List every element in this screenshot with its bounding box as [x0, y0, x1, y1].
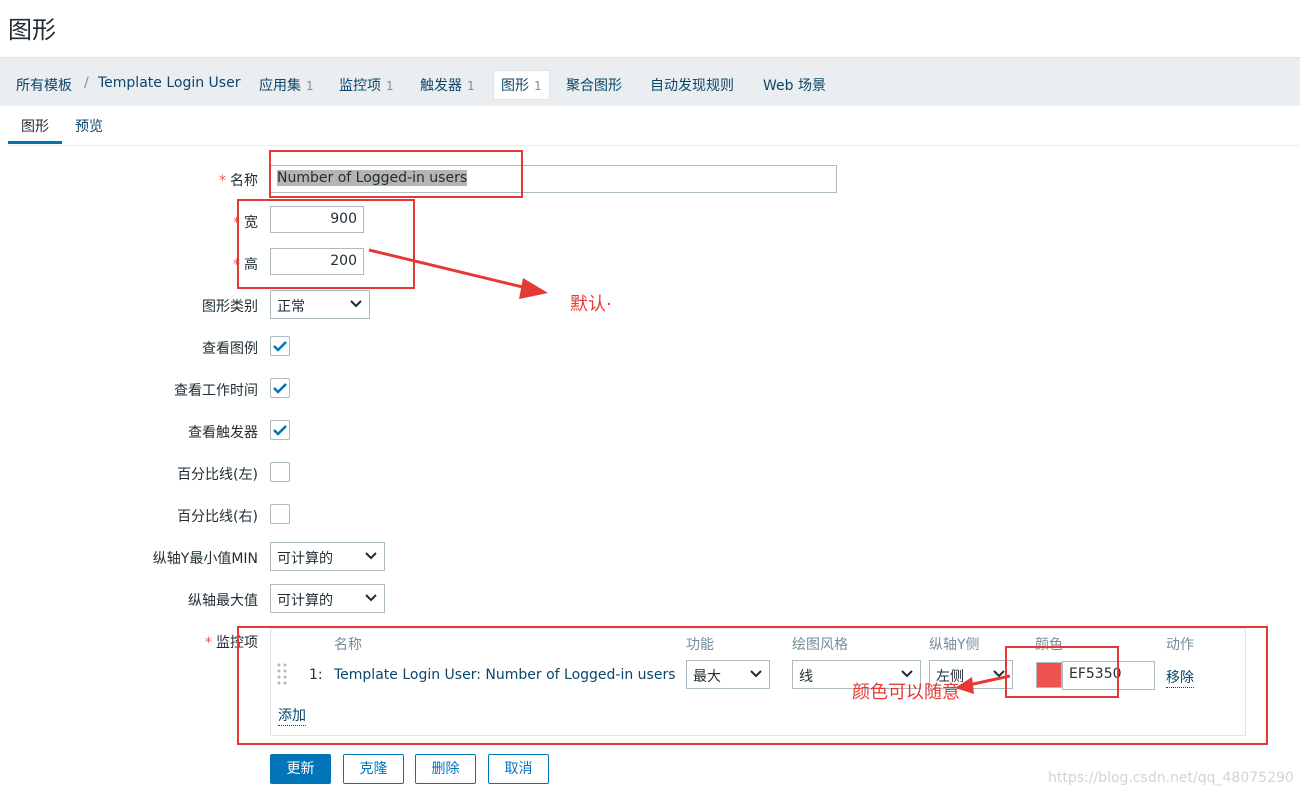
tab-discovery-rules[interactable]: 自动发现规则: [650, 75, 734, 95]
breadcrumb-all-templates[interactable]: 所有模板: [16, 75, 72, 95]
delete-button[interactable]: 删除: [415, 754, 476, 784]
chevron-down-icon: [365, 594, 377, 602]
percentile-left-label: 百分比线(左): [177, 467, 258, 483]
ymin-label: 纵轴Y最小值MIN: [152, 551, 258, 567]
tab-web-scenarios[interactable]: Web 场景: [763, 75, 826, 95]
checkmark-icon: [273, 383, 287, 394]
tab-graphs[interactable]: 图形 1: [493, 70, 550, 100]
annotation-color-note: 颜色可以随意: [852, 682, 960, 703]
ymax-label: 纵轴最大值: [188, 593, 258, 609]
show-legend-checkbox[interactable]: [270, 336, 290, 356]
breadcrumb-template[interactable]: Template Login User: [98, 75, 240, 91]
tab-triggers[interactable]: 触发器 1: [420, 75, 475, 95]
chevron-down-icon: [350, 300, 362, 308]
watermark: https://blog.csdn.net/qq_48075290: [1048, 770, 1294, 786]
chevron-down-icon: [365, 552, 377, 560]
page-title: 图形: [8, 16, 56, 44]
name-label: * 名称: [219, 173, 258, 189]
tab-applications[interactable]: 应用集 1: [259, 75, 314, 95]
annotation-default-note: 默认·: [570, 294, 612, 315]
show-triggers-checkbox[interactable]: [270, 420, 290, 440]
show-triggers-label: 查看触发器: [188, 425, 258, 441]
cancel-button[interactable]: 取消: [488, 754, 549, 784]
active-subtab-indicator: [8, 141, 62, 144]
graph-type-label: 图形类别: [202, 299, 258, 315]
ymin-select[interactable]: 可计算的: [270, 542, 385, 571]
subtab-preview[interactable]: 预览: [75, 116, 103, 136]
show-working-time-label: 查看工作时间: [174, 383, 258, 399]
clone-button[interactable]: 克隆: [343, 754, 404, 784]
checkmark-icon: [273, 425, 287, 436]
annotation-box-size: [237, 199, 415, 289]
ymax-select[interactable]: 可计算的: [270, 584, 385, 613]
tab-items[interactable]: 监控项 1: [339, 75, 394, 95]
percentile-left-checkbox[interactable]: [270, 462, 290, 482]
show-working-time-checkbox[interactable]: [270, 378, 290, 398]
breadcrumb-separator: /: [84, 75, 89, 91]
show-legend-label: 查看图例: [202, 341, 258, 357]
annotation-box-color: [1005, 646, 1119, 698]
annotation-box-name: [269, 150, 523, 198]
form-subtabs: 图形 预览: [0, 106, 1300, 144]
percentile-right-checkbox[interactable]: [270, 504, 290, 524]
subtab-graph[interactable]: 图形: [21, 116, 49, 136]
breadcrumb: 所有模板 / Template Login User 应用集 1 监控项 1 触发器…: [0, 57, 1300, 106]
checkmark-icon: [273, 341, 287, 352]
tab-screens[interactable]: 聚合图形: [566, 75, 622, 95]
percentile-right-label: 百分比线(右): [177, 509, 258, 525]
update-button[interactable]: 更新: [270, 754, 331, 784]
graph-type-select[interactable]: 正常: [270, 290, 370, 319]
